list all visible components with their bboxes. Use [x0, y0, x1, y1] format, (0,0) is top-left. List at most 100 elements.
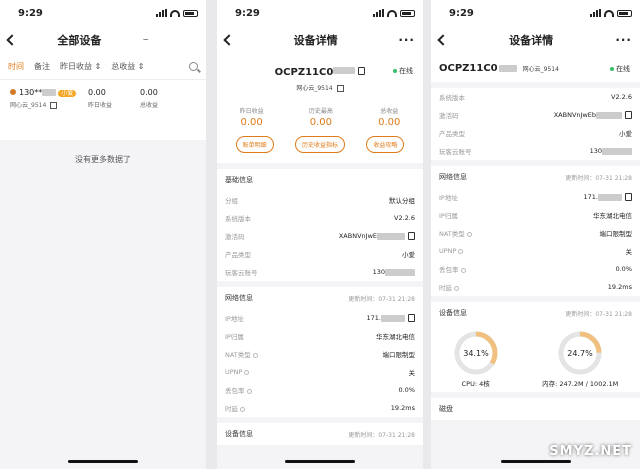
edit-icon[interactable]: [336, 85, 344, 92]
kv-key: NAT类型: [225, 351, 251, 359]
kv-key: UPNP: [225, 368, 243, 376]
copy-icon[interactable]: [625, 111, 632, 119]
kv-value: 0.0%: [398, 386, 415, 394]
no-more-text: 没有更多数据了: [75, 155, 131, 164]
home-indicator: [68, 460, 138, 463]
kv-key: 激活码: [225, 233, 245, 241]
info-icon[interactable]: [240, 406, 245, 412]
page-title: 全部设备: [57, 34, 102, 47]
kv-key: NAT类型: [439, 230, 465, 238]
kv-value: 关: [625, 248, 633, 256]
eye-closed-icon[interactable]: ⌣: [143, 35, 149, 45]
signal-icon: [156, 9, 167, 17]
kv-key: 激活码: [439, 112, 459, 120]
stat-label: 历史最高: [308, 108, 333, 115]
back-icon[interactable]: [6, 34, 18, 46]
status-time: 9:29: [18, 7, 43, 19]
status-time: 9:29: [235, 7, 260, 19]
cpu-percent: 34.1%: [463, 349, 489, 358]
nav-bar: 全部设备 ⌣: [0, 26, 206, 54]
kv-key: 系统版本: [439, 94, 465, 102]
page-title: 设备详情: [293, 34, 338, 47]
kv-value: 0.0%: [615, 265, 632, 273]
kv-key: 玩客云账号: [439, 148, 472, 156]
info-icon[interactable]: [246, 388, 252, 394]
back-icon[interactable]: [223, 34, 235, 46]
search-icon[interactable]: [189, 62, 198, 71]
cpu-label: CPU: 4核: [461, 380, 490, 388]
device-summary-card: OCPZ11C0 在线 网心云_9514 昨日收益 0.00 历史最高 0.00 总…: [217, 54, 423, 163]
filter-bar: 时间 备注 昨日收益 ⇕ 总收益 ⇕: [0, 54, 206, 80]
section-title: 基础信息: [225, 176, 253, 184]
yesterday-value: 0.00: [88, 88, 106, 97]
status-time: 9:29: [449, 7, 474, 19]
filter-time[interactable]: 时间: [8, 61, 24, 72]
kv-value: 19.2ms: [390, 404, 415, 412]
kv-value: 19.2ms: [607, 283, 632, 291]
stat-label: 总收益: [380, 108, 399, 115]
section-title: 网络信息: [439, 173, 467, 181]
kv-value: 171.: [583, 193, 598, 201]
history-index-button[interactable]: 历史收益指标: [294, 136, 345, 153]
total-value: 0.00: [140, 88, 158, 97]
battery-icon: [183, 9, 198, 17]
kv-value: 华东湖北电信: [593, 212, 632, 220]
network-info-card: 网络信息 更新时间：07-31 21:28 IP地址 171. IP归属 华东湖北电信…: [431, 166, 640, 296]
kv-value: XABNVnJwEb: [553, 111, 596, 119]
memory-percent: 24.7%: [567, 349, 593, 358]
status-bar: 9:29: [431, 0, 640, 26]
kv-value: 小爱: [402, 251, 415, 259]
copy-icon[interactable]: [408, 314, 415, 322]
nav-bar: 设备详情 ···: [217, 26, 423, 54]
battery-icon: [617, 9, 632, 17]
info-icon[interactable]: [458, 248, 464, 254]
info-icon[interactable]: [454, 285, 459, 291]
filter-yesterday[interactable]: 昨日收益 ⇕: [60, 61, 101, 72]
update-time: 更新时间：07-31 21:28: [348, 295, 415, 303]
disk-card: 磁盘: [431, 398, 640, 420]
device-card[interactable]: 130** 小爱 网心云_9514 0.00 昨日收益 0.00 总收益: [0, 80, 206, 140]
kv-key: 系统版本: [225, 215, 251, 223]
bill-detail-button[interactable]: 账单明细: [235, 136, 274, 153]
status-bar: 9:29: [0, 0, 206, 26]
info-icon[interactable]: [252, 352, 258, 358]
earn-guide-button[interactable]: 收益攻略: [366, 136, 405, 153]
device-info-card: 设备信息 更新时间：07-31 21:28: [217, 423, 423, 445]
kv-value: 小爱: [619, 130, 632, 138]
kv-key: 产品类型: [439, 130, 465, 138]
network-info-card: 网络信息 更新时间：07-31 21:28 IP地址 171. IP归属 华东湖北电信…: [217, 287, 423, 417]
yesterday-label: 昨日收益: [88, 102, 113, 109]
back-icon[interactable]: [437, 34, 449, 46]
basic-info-card: 系统版本 V2.2.6 激活码 XABNVnJwEb 产品类型 小爱 玩客云账号 130: [431, 88, 640, 160]
info-icon[interactable]: [460, 267, 466, 273]
memory-gauge: 24.7% 内存: 247.2M / 1002.1M: [542, 330, 618, 388]
screen-device-detail-scrolled: 9:29 设备详情 ··· OCPZ11C0 网心云_9514 在线 系统版本 V…: [431, 0, 640, 469]
kv-key: 丢包率: [439, 266, 459, 274]
device-alias: 网心云_9514: [10, 102, 47, 109]
edit-icon[interactable]: [50, 102, 58, 109]
battery-icon: [400, 9, 415, 17]
filter-remark[interactable]: 备注: [34, 61, 50, 72]
copy-icon[interactable]: [358, 66, 366, 75]
device-phone: 130**: [19, 88, 43, 97]
home-indicator: [285, 460, 355, 463]
filter-total[interactable]: 总收益 ⇕: [111, 61, 144, 72]
kv-key: 丢包率: [225, 387, 245, 395]
info-icon[interactable]: [466, 231, 472, 237]
wifi-icon: [170, 9, 180, 17]
kv-key: IP归属: [225, 333, 244, 341]
home-indicator: [500, 460, 571, 463]
more-icon[interactable]: ···: [398, 33, 415, 47]
page-title: 设备详情: [509, 34, 554, 47]
device-info-card: 设备信息 更新时间：07-31 21:28 34.1% CPU: 4核 24.7%…: [431, 302, 640, 392]
section-title: 设备信息: [225, 430, 253, 438]
more-icon[interactable]: ···: [615, 33, 632, 47]
info-icon[interactable]: [244, 369, 250, 375]
copy-icon[interactable]: [408, 232, 415, 240]
kv-value: 171.: [366, 314, 381, 322]
copy-icon[interactable]: [625, 193, 632, 201]
section-title: 设备信息: [439, 309, 467, 317]
screen-all-devices: 9:29 全部设备 ⌣ 时间 备注 昨日收益 ⇕ 总收益 ⇕ 130** 小爱 网…: [0, 0, 206, 469]
kv-value: 默认分组: [389, 197, 415, 205]
kv-value: V2.2.6: [611, 93, 632, 101]
